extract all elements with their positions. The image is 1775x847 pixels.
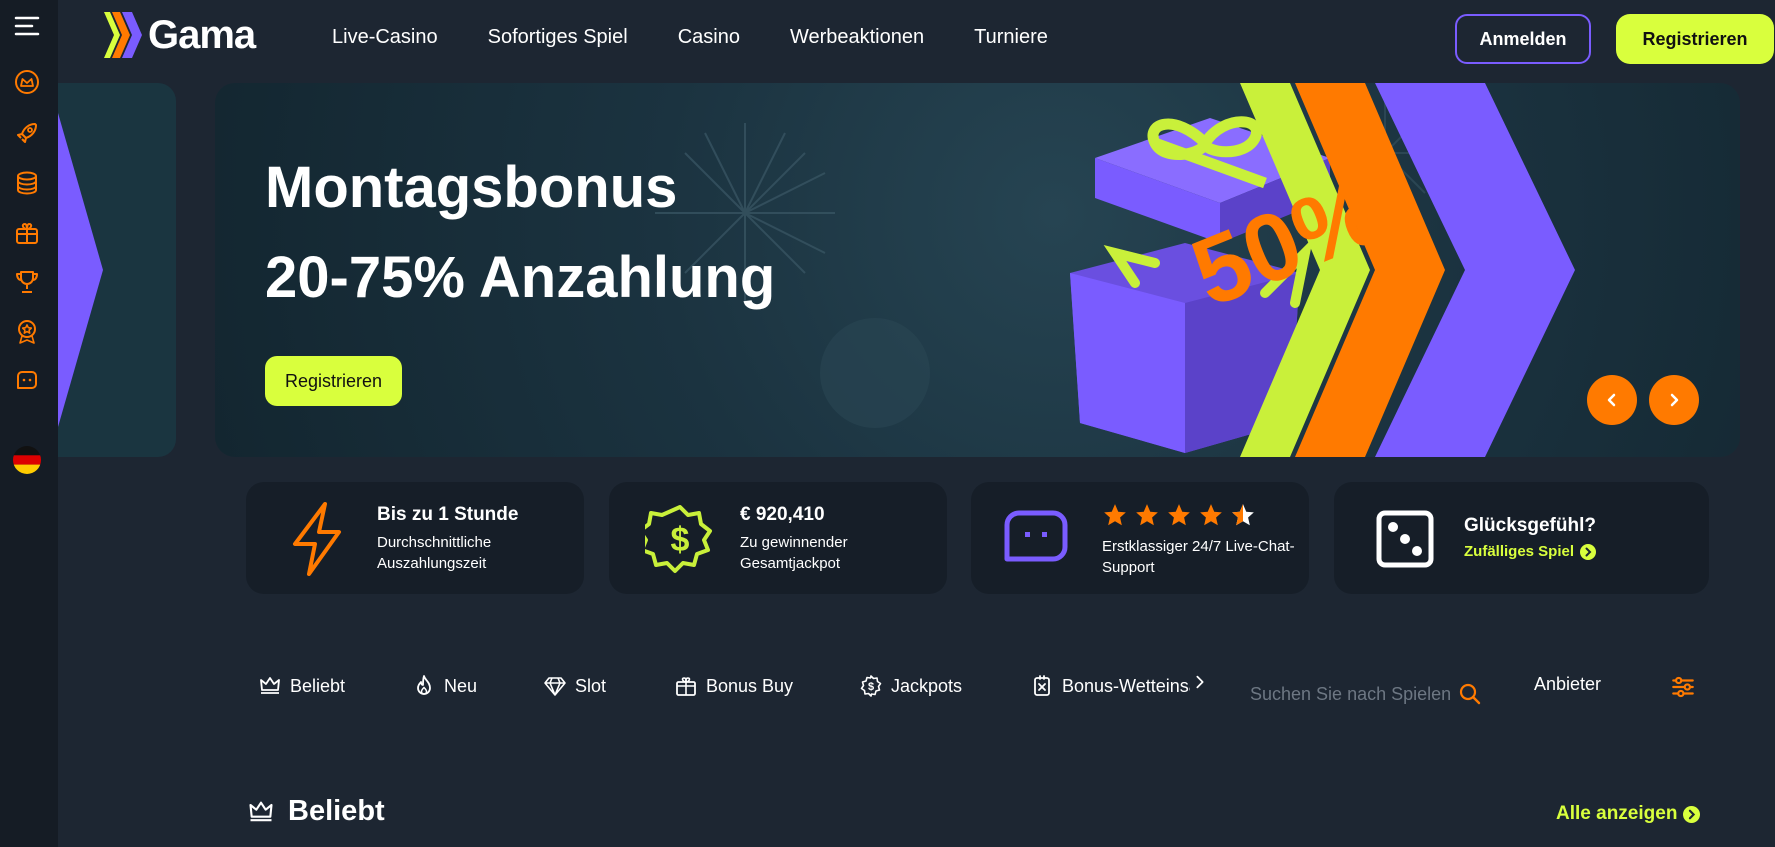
feature-subtitle: Erstklassiger 24/7 Live-Chat-Support	[1102, 538, 1295, 576]
main-nav: Live-Casino Sofortiges Spiel Casino Werb…	[332, 26, 1098, 49]
tab-label: Slot	[575, 675, 607, 696]
chat-icon	[1001, 504, 1071, 574]
half-star-icon	[1232, 504, 1254, 526]
login-button[interactable]: Anmelden	[1455, 14, 1591, 64]
previous-slide-peek[interactable]	[58, 83, 176, 457]
tab-label: Neu	[444, 675, 478, 696]
feature-subtitle: Zu gewinnender Gesamtjackpot	[740, 534, 848, 572]
crown-icon	[249, 801, 273, 821]
svg-text:$: $	[868, 681, 874, 693]
tabs-scroll-right-button[interactable]	[1192, 674, 1208, 690]
coins-icon[interactable]	[11, 167, 43, 199]
tab-label: Bonus Buy	[706, 675, 794, 696]
feature-card-random-game: Glücksgefühl? Zufälliges Spiel	[1334, 482, 1709, 594]
chevron-left-icon	[1607, 393, 1616, 407]
section-title-popular: Beliebt	[246, 795, 385, 828]
register-button[interactable]: Registrieren	[1616, 14, 1774, 64]
chevron-circle-right-icon	[1683, 805, 1701, 823]
menu-icon[interactable]	[11, 10, 43, 42]
show-all-link[interactable]: Alle anzeigen	[1556, 803, 1701, 825]
nav-casino[interactable]: Casino	[678, 26, 740, 49]
promo-banner: 50% Montagsbonus 20-75% Anzahlung Regist…	[215, 83, 1740, 457]
rocket-icon[interactable]	[11, 117, 43, 149]
logo-chevrons-icon	[104, 12, 142, 58]
award-icon[interactable]	[11, 316, 43, 348]
search-icon[interactable]	[1458, 682, 1482, 706]
lightning-icon	[282, 502, 352, 576]
chat-icon[interactable]	[11, 366, 43, 398]
sliders-icon	[1672, 676, 1694, 698]
dollar-badge-icon: $	[645, 504, 715, 574]
trophy-icon[interactable]	[11, 266, 43, 298]
crown-icon	[260, 677, 280, 694]
gift-icon[interactable]	[11, 217, 43, 249]
feature-subtitle: Durchschnittliche Auszahlungszeit	[377, 534, 492, 572]
star-rating	[1102, 502, 1256, 528]
chevron-circle-right-icon	[1580, 543, 1597, 560]
svg-text:$: $	[671, 521, 690, 559]
crown-icon[interactable]	[11, 66, 43, 98]
feature-title: € 920,410	[740, 504, 825, 525]
game-search	[1250, 674, 1490, 714]
tab-popular[interactable]: Beliebt	[258, 674, 345, 698]
purple-chevron-graphic	[58, 113, 103, 427]
feature-title: Glücksgefühl?	[1464, 515, 1596, 536]
logo-text: Gama	[148, 12, 256, 57]
star-icon	[1104, 504, 1126, 526]
tab-new[interactable]: Neu	[412, 674, 477, 698]
banner-title: Montagsbonus 20-75% Anzahlung	[265, 143, 775, 323]
chevron-right-icon	[1196, 675, 1204, 689]
gama-logo[interactable]: Gama	[102, 10, 256, 60]
tab-bonus-bets[interactable]: Bonus-Wetteinsätze	[1030, 674, 1190, 698]
star-icon	[1200, 504, 1222, 526]
dollar-badge-icon: $	[860, 675, 882, 697]
nav-tournaments[interactable]: Turniere	[974, 26, 1048, 49]
tab-label: Jackpots	[891, 675, 963, 696]
tab-slot[interactable]: Slot	[543, 674, 606, 698]
banner-register-button[interactable]: Registrieren	[265, 356, 402, 406]
tab-label: Bonus-Wetteinsätze	[1062, 675, 1190, 696]
feature-card-payout: Bis zu 1 Stunde Durchschnittliche Auszah…	[246, 482, 584, 594]
gift-icon	[676, 677, 696, 696]
star-icon	[1168, 504, 1190, 526]
tab-bonus-buy[interactable]: Bonus Buy	[674, 674, 793, 698]
top-header: Gama Live-Casino Sofortiges Spiel Casino…	[58, 0, 1775, 76]
flame-icon	[417, 675, 431, 695]
feature-card-support: Erstklassiger 24/7 Live-Chat-Support	[971, 482, 1309, 594]
search-input[interactable]	[1250, 683, 1450, 705]
banner-prev-button[interactable]	[1587, 375, 1637, 425]
filter-settings-button[interactable]	[1670, 674, 1696, 700]
diamond-icon	[544, 677, 566, 696]
ticket-icon	[1034, 675, 1050, 696]
show-all-label: Alle anzeigen	[1556, 803, 1678, 824]
banner-next-button[interactable]	[1649, 375, 1699, 425]
nav-promotions[interactable]: Werbeaktionen	[790, 26, 924, 49]
random-game-link[interactable]: Zufälliges Spiel	[1464, 543, 1597, 560]
tab-jackpots[interactable]: $ Jackpots	[859, 674, 962, 698]
chevron-right-icon	[1670, 393, 1679, 407]
star-icon	[1136, 504, 1158, 526]
feature-title: Bis zu 1 Stunde	[377, 504, 519, 525]
provider-label: Anbieter	[1534, 674, 1602, 694]
provider-filter[interactable]: Anbieter	[1534, 674, 1601, 695]
feature-card-jackpot: $ € 920,410 Zu gewinnender Gesamtjackpot	[609, 482, 947, 594]
banner-title-line1: Montagsbonus	[265, 155, 678, 220]
nav-instant-games[interactable]: Sofortiges Spiel	[488, 26, 628, 49]
section-title-text: Beliebt	[288, 795, 385, 827]
banner-title-line2: 20-75% Anzahlung	[265, 245, 776, 310]
dice-icon	[1370, 504, 1440, 574]
germany-flag-icon[interactable]	[11, 444, 43, 476]
nav-live-casino[interactable]: Live-Casino	[332, 26, 438, 49]
tab-label: Beliebt	[290, 675, 346, 696]
sidebar	[0, 0, 58, 847]
game-filter-bar: Beliebt Neu Slot Bonus Buy $ Jackpots Bo…	[0, 674, 1775, 714]
random-game-label: Zufälliges Spiel	[1464, 543, 1575, 560]
